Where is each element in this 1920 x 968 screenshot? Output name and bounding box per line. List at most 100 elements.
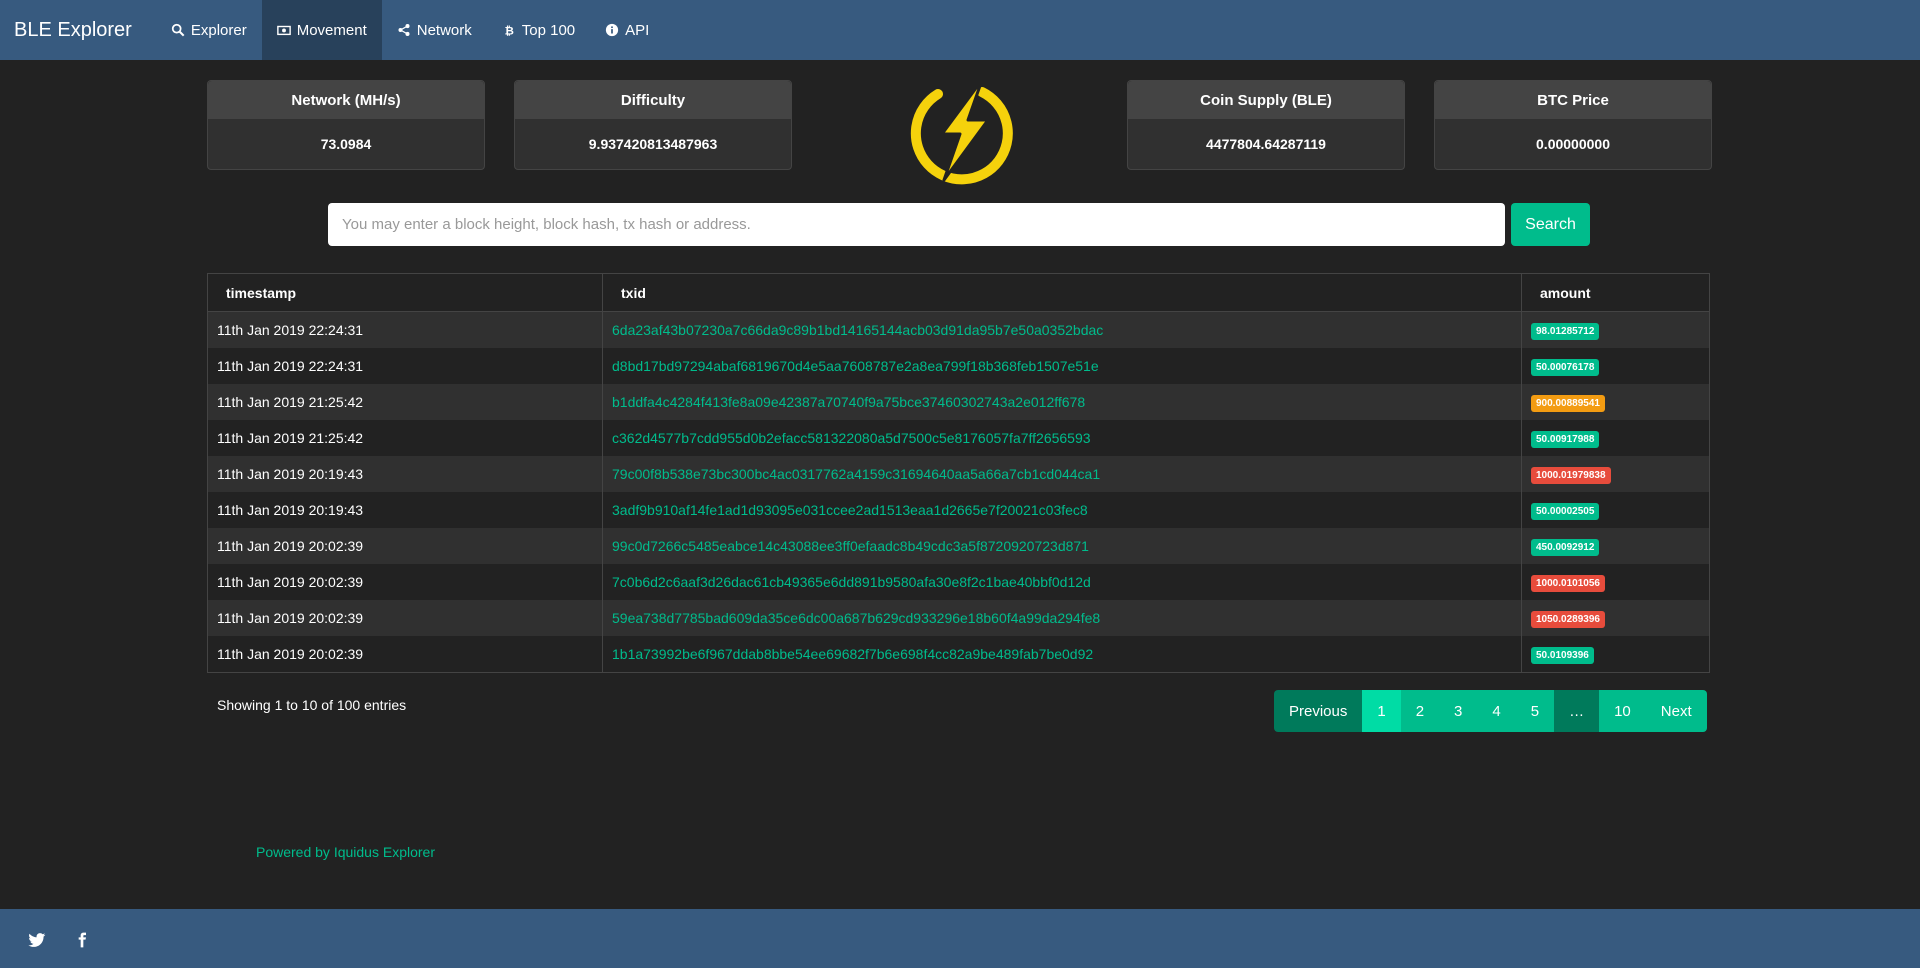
pagination-page-4[interactable]: 4 — [1477, 690, 1516, 732]
panel-price: BTC Price 0.00000000 — [1434, 80, 1712, 170]
amount-badge: 900.00889541 — [1531, 394, 1605, 412]
movement-table: timestamp txid amount 11th Jan 2019 22:2… — [207, 273, 1710, 673]
panel-supply-label: Coin Supply (BLE) — [1128, 81, 1404, 119]
row-timestamp: 11th Jan 2019 20:02:39 — [207, 636, 603, 673]
amount-badge: 50.00917988 — [1531, 430, 1600, 448]
pagination: Previous 1 2 3 4 5 … 10 Next — [1274, 690, 1707, 732]
txid-link[interactable]: 79c00f8b538e73bc300bc4ac0317762a4159c316… — [612, 466, 1100, 482]
panel-difficulty-value: 9.937420813487963 — [588, 136, 718, 152]
table-row: 11th Jan 2019 20:02:39 1b1a73992be6f967dd… — [207, 636, 1710, 673]
row-amount-cell: 1000.01979838 — [1521, 456, 1710, 492]
nav-top100[interactable]: ₿ Top 100 — [487, 0, 590, 60]
table-row: 11th Jan 2019 20:02:39 99c0d7266c5485eabc… — [207, 528, 1710, 564]
panel-difficulty: Difficulty 9.937420813487963 — [514, 80, 792, 170]
lightning-bolt-icon — [910, 78, 1013, 185]
nav-network-label: Network — [416, 21, 472, 39]
row-txid-cell: 1b1a73992be6f967ddab8bbe54ee69682f7b6e69… — [602, 636, 1522, 673]
table-row: 11th Jan 2019 20:02:39 59ea738d7785bad609… — [207, 600, 1710, 636]
row-amount-cell: 1000.0101056 — [1521, 564, 1710, 600]
row-amount-cell: 50.00917988 — [1521, 420, 1710, 456]
twitter-icon[interactable] — [28, 931, 46, 949]
row-timestamp: 11th Jan 2019 21:25:42 — [207, 384, 603, 420]
row-timestamp: 11th Jan 2019 20:19:43 — [207, 456, 603, 492]
row-amount-cell: 450.0092912 — [1521, 528, 1710, 564]
txid-link[interactable]: 3adf9b910af14fe1ad1d93095e031ccee2ad1513… — [612, 502, 1088, 518]
bitcoin-icon: ₿ — [504, 23, 513, 37]
row-timestamp: 11th Jan 2019 20:02:39 — [207, 600, 603, 636]
header-timestamp[interactable]: timestamp — [207, 273, 603, 312]
panel-network-value: 73.0984 — [320, 136, 372, 152]
table-row: 11th Jan 2019 21:25:42 c362d4577b7cdd955d… — [207, 420, 1710, 456]
pagination-page-1[interactable]: 1 — [1362, 690, 1401, 732]
txid-link[interactable]: 7c0b6d2c6aaf3d26dac61cb49365e6dd891b9580… — [612, 574, 1091, 590]
footer — [0, 909, 1920, 968]
nav-api-label: API — [625, 21, 650, 39]
row-txid-cell: b1ddfa4c4284f413fe8a09e42387a70740f9a75b… — [602, 384, 1522, 420]
nav-top100-label: Top 100 — [521, 21, 576, 39]
pagination-page-2[interactable]: 2 — [1400, 690, 1440, 732]
row-amount-cell: 50.00076178 — [1521, 348, 1710, 384]
row-timestamp: 11th Jan 2019 20:02:39 — [207, 564, 603, 600]
nav-api[interactable]: API — [590, 0, 664, 60]
amount-badge: 98.01285712 — [1531, 322, 1600, 340]
row-txid-cell: 59ea738d7785bad609da35ce6dc00a687b629cd9… — [602, 600, 1522, 636]
row-amount-cell: 50.00002505 — [1521, 492, 1710, 528]
txid-link[interactable]: b1ddfa4c4284f413fe8a09e42387a70740f9a75b… — [612, 394, 1085, 410]
row-txid-cell: 79c00f8b538e73bc300bc4ac0317762a4159c316… — [602, 456, 1522, 492]
nav-explorer[interactable]: Explorer — [156, 0, 262, 60]
row-txid-cell: 6da23af43b07230a7c66da9c89b1bd14165144ac… — [602, 311, 1522, 348]
row-amount-cell: 50.0109396 — [1521, 636, 1710, 673]
txid-link[interactable]: 99c0d7266c5485eabce14c43088ee3ff0efaadc8… — [612, 538, 1089, 554]
nav-explorer-label: Explorer — [190, 21, 247, 39]
info-icon — [606, 23, 619, 37]
table-row: 11th Jan 2019 20:19:43 3adf9b910af14fe1ad… — [207, 492, 1710, 528]
share-icon — [398, 24, 410, 36]
txid-link[interactable]: d8bd17bd97294abaf6819670d4e5aa7608787e2a… — [612, 358, 1099, 374]
nav-movement-label: Movement — [296, 21, 367, 39]
panel-network-label: Network (MH/s) — [208, 81, 484, 119]
amount-badge: 1050.0289396 — [1531, 610, 1605, 628]
panel-network: Network (MH/s) 73.0984 — [207, 80, 485, 170]
panel-price-label: BTC Price — [1435, 81, 1711, 119]
amount-badge: 1000.0101056 — [1531, 574, 1605, 592]
amount-badge: 50.0109396 — [1531, 646, 1594, 664]
row-txid-cell: 7c0b6d2c6aaf3d26dac61cb49365e6dd891b9580… — [602, 564, 1522, 600]
txid-link[interactable]: 6da23af43b07230a7c66da9c89b1bd14165144ac… — [612, 322, 1103, 338]
txid-link[interactable]: c362d4577b7cdd955d0b2efacc581322080a5d75… — [612, 430, 1091, 446]
panel-difficulty-label: Difficulty — [515, 81, 791, 119]
pagination-previous[interactable]: Previous — [1274, 690, 1363, 732]
table-row: 11th Jan 2019 22:24:31 6da23af43b07230a7c… — [207, 311, 1710, 348]
table-row: 11th Jan 2019 22:24:31 d8bd17bd97294abaf6… — [207, 348, 1710, 384]
brand-link[interactable]: BLE Explorer — [0, 19, 146, 42]
search-input[interactable] — [328, 203, 1505, 246]
row-timestamp: 11th Jan 2019 21:25:42 — [207, 420, 603, 456]
row-txid-cell: 3adf9b910af14fe1ad1d93095e031ccee2ad1513… — [602, 492, 1522, 528]
header-txid[interactable]: txid — [602, 273, 1522, 312]
amount-badge: 1000.01979838 — [1531, 466, 1611, 484]
nav-network[interactable]: Network — [382, 0, 487, 60]
table-info: Showing 1 to 10 of 100 entries — [217, 697, 407, 713]
row-timestamp: 11th Jan 2019 20:02:39 — [207, 528, 603, 564]
table-row: 11th Jan 2019 21:25:42 b1ddfa4c4284f413fe… — [207, 384, 1710, 420]
facebook-icon[interactable] — [74, 931, 90, 949]
txid-link[interactable]: 1b1a73992be6f967ddab8bbe54ee69682f7b6e69… — [612, 646, 1093, 662]
panel-price-value: 0.00000000 — [1536, 136, 1610, 152]
pagination-page-10[interactable]: 10 — [1599, 690, 1646, 732]
pagination-next[interactable]: Next — [1645, 690, 1707, 732]
pagination-ellipsis: … — [1554, 690, 1600, 732]
row-amount-cell: 1050.0289396 — [1521, 600, 1710, 636]
nav-movement[interactable]: Movement — [261, 0, 382, 60]
amount-badge: 50.00002505 — [1531, 502, 1600, 520]
money-icon — [276, 25, 291, 36]
amount-badge: 450.0092912 — [1531, 538, 1600, 556]
row-amount-cell: 98.01285712 — [1521, 311, 1710, 348]
pagination-page-3[interactable]: 3 — [1439, 690, 1478, 732]
powered-by-link[interactable]: Powered by Iquidus Explorer — [256, 844, 435, 860]
row-timestamp: 11th Jan 2019 22:24:31 — [207, 311, 603, 348]
row-timestamp: 11th Jan 2019 20:19:43 — [207, 492, 603, 528]
header-amount[interactable]: amount — [1521, 273, 1710, 312]
amount-badge: 50.00076178 — [1531, 358, 1600, 376]
search-button[interactable]: Search — [1511, 203, 1590, 246]
pagination-page-5[interactable]: 5 — [1515, 690, 1555, 732]
txid-link[interactable]: 59ea738d7785bad609da35ce6dc00a687b629cd9… — [612, 610, 1100, 626]
